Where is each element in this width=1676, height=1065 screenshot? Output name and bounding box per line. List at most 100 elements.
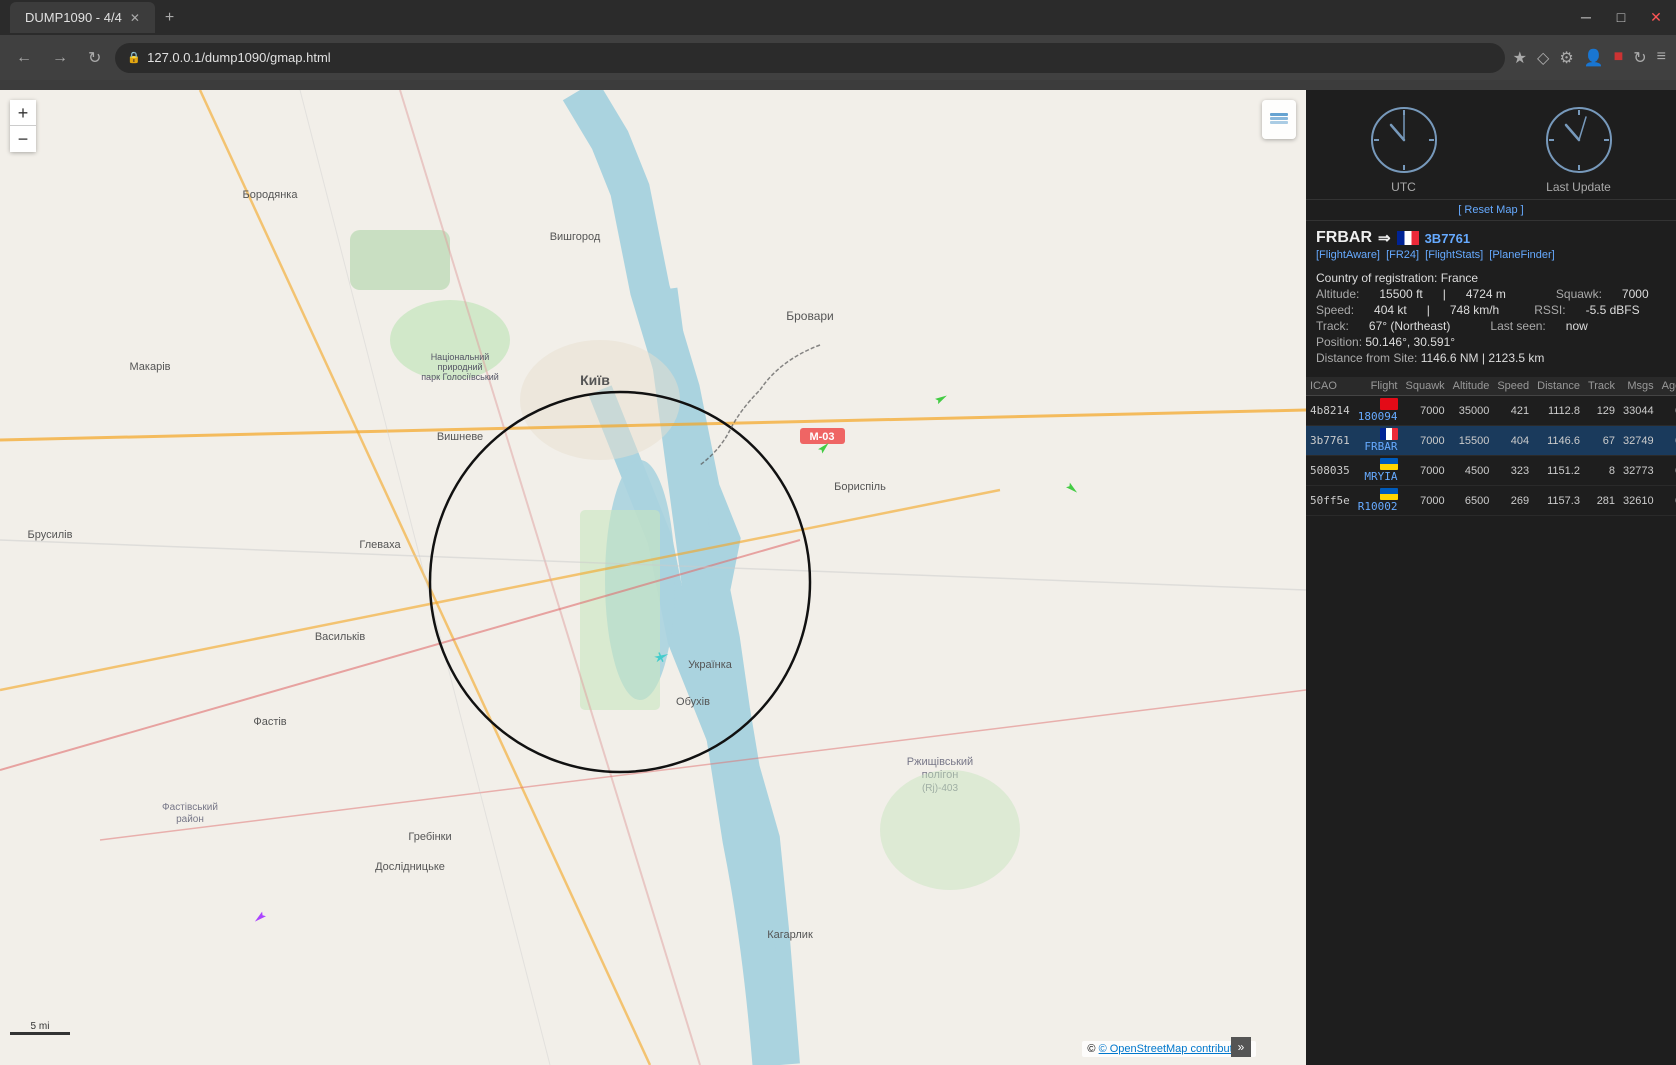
svg-text:Кагарлик: Кагарлик bbox=[767, 929, 813, 941]
country-row: Country of registration: France bbox=[1316, 271, 1666, 285]
lastseen-label: Last seen: bbox=[1490, 319, 1545, 333]
col-altitude: Altitude bbox=[1449, 377, 1494, 396]
flightstats-link[interactable]: [FlightStats] bbox=[1425, 249, 1483, 261]
speed-kmh: 748 km/h bbox=[1450, 303, 1499, 317]
cell-speed: 269 bbox=[1493, 486, 1533, 516]
attribution: © © OpenStreetMap contributors. bbox=[1082, 1041, 1256, 1057]
aircraft-icon-green-3[interactable] bbox=[1061, 477, 1081, 502]
track-label: Track: bbox=[1316, 319, 1349, 333]
bookmark-star-icon[interactable]: ★ bbox=[1513, 48, 1527, 68]
minimize-button[interactable]: ─ bbox=[1576, 9, 1596, 26]
aircraft-icao-link[interactable]: 3B7761 bbox=[1425, 231, 1471, 246]
cell-icao: 508035 bbox=[1306, 456, 1354, 486]
cell-speed: 404 bbox=[1493, 426, 1533, 456]
cell-distance: 1112.8 bbox=[1533, 396, 1584, 426]
col-msgs: Msgs bbox=[1619, 377, 1658, 396]
country-text: Country of registration: France bbox=[1316, 271, 1478, 285]
speed-label: Speed: bbox=[1316, 303, 1354, 317]
cell-flag-flight: MRYIA bbox=[1354, 456, 1402, 486]
flightaware-link[interactable]: [FlightAware] bbox=[1316, 249, 1380, 261]
aircraft-arrow: ⇒ bbox=[1378, 229, 1391, 247]
lastupdate-clock-face bbox=[1544, 105, 1614, 175]
cell-altitude: 6500 bbox=[1449, 486, 1494, 516]
layers-button[interactable] bbox=[1262, 100, 1296, 139]
new-tab-button[interactable]: + bbox=[165, 9, 174, 27]
aircraft-icon-green-2[interactable] bbox=[930, 390, 950, 415]
zoom-out-button[interactable]: − bbox=[10, 126, 36, 152]
openstreetmap-link[interactable]: © OpenStreetMap contributors. bbox=[1099, 1043, 1251, 1055]
cell-speed: 421 bbox=[1493, 396, 1533, 426]
cell-flag-flight: R10002 bbox=[1354, 486, 1402, 516]
svg-text:Фастів: Фастів bbox=[253, 716, 286, 728]
col-speed: Speed bbox=[1493, 377, 1533, 396]
speed-sep: | bbox=[1427, 303, 1430, 317]
squawk-value: 7000 bbox=[1622, 287, 1649, 301]
cell-track: 129 bbox=[1584, 396, 1619, 426]
address-bar[interactable]: 🔒 127.0.0.1/dump1090/gmap.html bbox=[115, 43, 1504, 73]
svg-text:Брусилів: Брусилів bbox=[28, 529, 73, 541]
reset-map: [ Reset Map ] bbox=[1306, 200, 1676, 221]
col-flight: Flight bbox=[1354, 377, 1402, 396]
track-value: 67° (Northeast) bbox=[1369, 319, 1451, 333]
fr24-link[interactable]: [FR24] bbox=[1386, 249, 1419, 261]
nav-bar: ← → ↻ 🔒 127.0.0.1/dump1090/gmap.html ★ ◇… bbox=[0, 35, 1676, 80]
menu-icon[interactable]: ≡ bbox=[1657, 48, 1666, 68]
zoom-in-button[interactable]: + bbox=[10, 100, 36, 126]
table-row[interactable]: 50ff5e R10002 7000 6500 269 1157.3 281 3… bbox=[1306, 486, 1676, 516]
tab-title: DUMP1090 - 4/4 bbox=[25, 10, 122, 25]
cell-flag-flight: 180094 bbox=[1354, 396, 1402, 426]
distance-label: Distance from Site: bbox=[1316, 351, 1417, 365]
svg-text:Глеваха: Глеваха bbox=[359, 539, 401, 551]
forward-button[interactable]: → bbox=[46, 45, 74, 71]
cell-age: 0 bbox=[1658, 456, 1676, 486]
distance-value: 1146.6 NM | 2123.5 km bbox=[1421, 351, 1545, 365]
aircraft-icon-purple[interactable] bbox=[251, 906, 271, 931]
profile-icon[interactable]: 👤 bbox=[1584, 48, 1604, 68]
more-info-button[interactable]: » bbox=[1231, 1037, 1251, 1057]
svg-text:парк Голосіївський: парк Голосіївський bbox=[421, 372, 499, 382]
aircraft-info: Country of registration: France Altitude… bbox=[1306, 265, 1676, 371]
svg-text:Вишневе: Вишневе bbox=[437, 431, 483, 443]
tab-close-button[interactable]: ✕ bbox=[130, 11, 140, 25]
addon-icon[interactable]: ■ bbox=[1614, 48, 1624, 68]
security-icon: 🔒 bbox=[127, 51, 141, 64]
shield-icon[interactable]: ◇ bbox=[1537, 48, 1549, 68]
cell-msgs: 32610 bbox=[1619, 486, 1658, 516]
reload-button[interactable]: ↻ bbox=[82, 44, 107, 72]
position-row: Position: 50.146°, 30.591° bbox=[1316, 335, 1666, 349]
table-row[interactable]: 3b7761 FRBAR 7000 15500 404 1146.6 67 32… bbox=[1306, 426, 1676, 456]
back-button[interactable]: ← bbox=[10, 45, 38, 71]
maximize-button[interactable]: □ bbox=[1611, 9, 1631, 26]
cell-icao: 50ff5e bbox=[1306, 486, 1354, 516]
aircraft-icon-selected[interactable] bbox=[649, 647, 671, 674]
col-track: Track bbox=[1584, 377, 1619, 396]
browser-chrome: DUMP1090 - 4/4 ✕ + ─ □ ✕ ← → ↻ 🔒 127.0.0… bbox=[0, 0, 1676, 90]
content-area: M-03 Київ Бровари Бородянка Вишгород Виш… bbox=[0, 90, 1676, 1065]
planefinder-link[interactable]: [PlaneFinder] bbox=[1489, 249, 1554, 261]
aircraft-id: FRBAR ⇒ 3B7761 bbox=[1316, 229, 1666, 247]
extension-icon[interactable]: ⚙ bbox=[1559, 48, 1573, 68]
table-row[interactable]: 4b8214 180094 7000 35000 421 1112.8 129 … bbox=[1306, 396, 1676, 426]
distance-row: Distance from Site: 1146.6 NM | 2123.5 k… bbox=[1316, 351, 1666, 365]
cell-squawk: 7000 bbox=[1402, 486, 1449, 516]
aircraft-flag-fr bbox=[1397, 231, 1419, 245]
svg-text:Обухів: Обухів bbox=[676, 696, 710, 708]
sync-icon[interactable]: ↻ bbox=[1633, 48, 1646, 68]
utc-label: UTC bbox=[1391, 180, 1416, 194]
active-tab[interactable]: DUMP1090 - 4/4 ✕ bbox=[10, 2, 155, 33]
map-area[interactable]: M-03 Київ Бровари Бородянка Вишгород Виш… bbox=[0, 90, 1306, 1065]
svg-text:Гребінки: Гребінки bbox=[408, 831, 451, 843]
scale-label: 5 mi bbox=[10, 1021, 70, 1032]
svg-text:район: район bbox=[176, 814, 204, 825]
table-row[interactable]: 508035 MRYIA 7000 4500 323 1151.2 8 3277… bbox=[1306, 456, 1676, 486]
table-header-row: ICAO Flight Squawk Altitude Speed Distan… bbox=[1306, 377, 1676, 396]
reset-map-link[interactable]: [ Reset Map ] bbox=[1458, 204, 1523, 216]
url-text: 127.0.0.1/dump1090/gmap.html bbox=[147, 50, 331, 65]
squawk-label: Squawk: bbox=[1556, 287, 1602, 301]
close-button[interactable]: ✕ bbox=[1646, 9, 1666, 26]
altitude-label: Altitude: bbox=[1316, 287, 1359, 301]
svg-text:Національний: Національний bbox=[431, 352, 490, 362]
aircraft-icon-green-1[interactable] bbox=[813, 438, 833, 463]
track-row: Track: 67° (Northeast) Last seen: now bbox=[1316, 319, 1666, 333]
svg-text:Васильків: Васильків bbox=[315, 631, 366, 643]
